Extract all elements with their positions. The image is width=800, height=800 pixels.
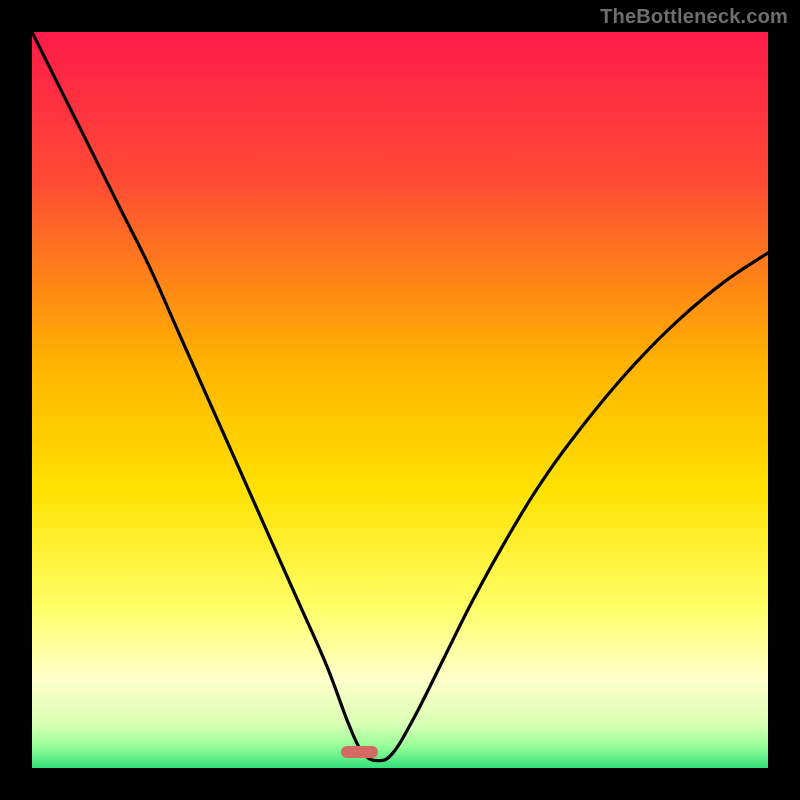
watermark-text: TheBottleneck.com xyxy=(600,6,788,29)
optimal-point-marker xyxy=(341,746,378,758)
bottleneck-curve-path xyxy=(32,32,768,761)
bottleneck-curve xyxy=(32,32,768,768)
chart-frame: TheBottleneck.com xyxy=(0,0,800,800)
